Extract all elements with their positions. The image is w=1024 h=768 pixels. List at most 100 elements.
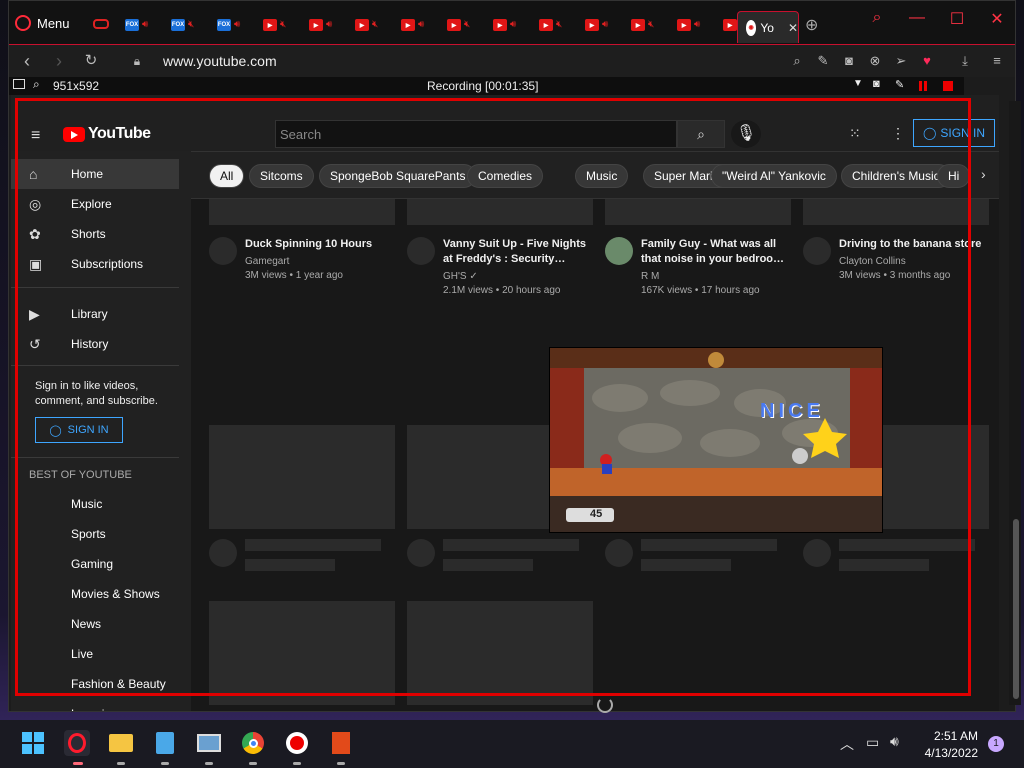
active-tab[interactable]: ◉ Yo ✕: [737, 11, 799, 43]
clock-time[interactable]: 2:51 AM: [930, 729, 978, 743]
easy-setup-icon[interactable]: ≡: [989, 53, 1005, 69]
sidebar-item-subscriptions[interactable]: ▣ Subscriptions: [11, 249, 179, 279]
forward-icon[interactable]: ›: [49, 51, 69, 72]
channel-avatar[interactable]: [803, 237, 831, 265]
browser-tab[interactable]: ▶🔇︎: [263, 18, 303, 32]
speaker-icon[interactable]: 🔇︎: [556, 20, 562, 30]
channel-name[interactable]: Clayton Collins: [839, 256, 906, 267]
sidebar-item-sports[interactable]: Sports: [11, 519, 179, 549]
chip-1[interactable]: Sitcoms: [249, 164, 314, 188]
sidebar-item-music[interactable]: Music: [11, 489, 179, 519]
sidebar-item-shorts[interactable]: ✿ Shorts: [11, 219, 179, 249]
channel-avatar[interactable]: [209, 237, 237, 265]
speaker-icon[interactable]: 🔊︎: [234, 20, 240, 30]
sidebar-item-fashion-beauty[interactable]: Fashion & Beauty: [11, 669, 179, 699]
pencil-icon[interactable]: ✎: [895, 78, 904, 91]
browser-tab[interactable]: ▶ 🔊︎: [585, 18, 625, 32]
sidebar-sign-in-button[interactable]: ◯ SIGN IN: [35, 417, 123, 443]
speaker-icon[interactable]: 🔊︎: [142, 20, 148, 30]
chip-8[interactable]: Hi: [937, 164, 971, 188]
chip-0[interactable]: All: [209, 164, 245, 188]
video-title-line2[interactable]: at Freddy's : Security…: [443, 252, 593, 267]
channel-name[interactable]: R M: [641, 271, 659, 282]
youtube-logo[interactable]: YouTube: [63, 125, 151, 143]
download-icon[interactable]: ⤓: [957, 53, 973, 69]
speaker-icon[interactable]: 🔊︎: [418, 20, 424, 30]
speaker-icon[interactable]: 🔊︎: [510, 20, 516, 30]
browser-tab[interactable]: ▶ 🔊︎: [309, 18, 349, 32]
send-icon[interactable]: ➢: [893, 53, 909, 69]
speaker-icon[interactable]: 🔊︎: [602, 20, 608, 30]
taskbar-photos-button[interactable]: [196, 730, 222, 756]
voice-search-button[interactable]: 🎙︎: [731, 120, 761, 148]
notification-badge[interactable]: 1: [988, 736, 1004, 752]
browser-tab[interactable]: FOX 🔊︎: [217, 18, 257, 32]
browser-tab[interactable]: FOX 🔊︎: [125, 18, 165, 32]
sidebar-item-history[interactable]: ↺ History: [11, 329, 179, 359]
speaker-icon[interactable]: 🔇︎: [280, 20, 286, 30]
url-field[interactable]: www.youtube.com: [163, 53, 277, 69]
chip-2[interactable]: SpongeBob SquarePants: [319, 164, 477, 188]
picture-in-picture-video[interactable]: NICE 45: [549, 347, 883, 533]
video-title[interactable]: Duck Spinning 10 Hours: [245, 237, 395, 252]
opera-menu-button[interactable]: Menu: [15, 11, 70, 35]
header-sign-in-button[interactable]: ◯ SIGN IN: [913, 119, 995, 147]
edit-icon[interactable]: ✎: [815, 53, 831, 69]
dropdown-icon[interactable]: ▼: [853, 78, 863, 89]
video-thumbnail[interactable]: [209, 199, 395, 225]
gamepad-icon[interactable]: [93, 19, 109, 29]
sidebar-item-news[interactable]: News: [11, 609, 179, 639]
browser-tab[interactable]: ▶ 🔊︎: [677, 18, 717, 32]
chip-3[interactable]: Comedies: [467, 164, 544, 188]
video-title[interactable]: Vanny Suit Up - Five Nights: [443, 237, 593, 252]
video-title[interactable]: Family Guy - What was all: [641, 237, 791, 252]
sidebar-item-home[interactable]: ⌂ Home: [11, 159, 179, 189]
browser-tab[interactable]: FOX 🔇︎: [171, 18, 211, 32]
close-tab-icon[interactable]: ✕: [788, 21, 798, 35]
sidebar-item-movies-shows[interactable]: Movies & Shows: [11, 579, 179, 609]
pause-icon[interactable]: [919, 81, 922, 91]
sidebar-item-learning[interactable]: Learning: [11, 699, 179, 711]
browser-tab[interactable]: ▶🔇︎: [631, 18, 671, 32]
chip-7[interactable]: Children's Music: [841, 164, 951, 188]
video-title-line2[interactable]: that noise in your bedroo…: [641, 252, 791, 267]
chip-6[interactable]: "Weird Al" Yankovic: [711, 164, 837, 188]
new-tab-icon[interactable]: ⊕: [805, 15, 818, 35]
chip-scroll-right-icon[interactable]: ›: [981, 166, 986, 182]
close-window-icon[interactable]: ✕: [977, 9, 1017, 29]
browser-tab[interactable]: ▶ 🔊︎: [401, 18, 441, 32]
start-button[interactable]: [20, 730, 46, 756]
back-icon[interactable]: ‹: [17, 51, 37, 72]
taskbar-opera-button[interactable]: [64, 730, 90, 756]
maximize-icon[interactable]: ☐: [937, 9, 977, 29]
search-button[interactable]: ⌕: [677, 120, 725, 148]
chip-4[interactable]: Music: [575, 164, 629, 188]
speaker-icon[interactable]: 🔇︎: [464, 20, 470, 30]
speaker-icon[interactable]: 🔊︎: [326, 20, 332, 30]
channel-name[interactable]: GH'S ✓: [443, 271, 478, 282]
minimize-icon[interactable]: —: [897, 9, 937, 27]
browser-tab[interactable]: ▶🔇︎: [447, 18, 487, 32]
sidebar-item-explore[interactable]: ◎ Explore: [11, 189, 179, 219]
channel-avatar[interactable]: [605, 237, 633, 265]
heart-icon[interactable]: ♥: [919, 53, 935, 69]
channel-name[interactable]: Gamegart: [245, 256, 289, 267]
search-input[interactable]: Search: [275, 120, 677, 148]
speaker-icon[interactable]: 🔊︎: [694, 20, 700, 30]
screenshot-icon[interactable]: ◙: [873, 78, 880, 90]
reload-icon[interactable]: ↻: [81, 51, 101, 69]
network-icon[interactable]: ▭: [866, 734, 879, 751]
camera-icon[interactable]: ◙: [841, 53, 857, 69]
scrollbar-thumb[interactable]: [1013, 519, 1019, 699]
sidebar-item-library[interactable]: ▶ Library: [11, 299, 179, 329]
browser-tab[interactable]: ▶🔇︎: [539, 18, 579, 32]
apps-grid-icon[interactable]: ⁙: [849, 125, 861, 142]
speaker-icon[interactable]: 🔇︎: [372, 20, 378, 30]
video-thumbnail[interactable]: [605, 199, 791, 225]
search-page-icon[interactable]: ⌕: [789, 53, 805, 69]
clock-date[interactable]: 4/13/2022: [918, 746, 978, 760]
sidebar-item-gaming[interactable]: Gaming: [11, 549, 179, 579]
taskbar-explorer-button[interactable]: [108, 730, 134, 756]
video-thumbnail[interactable]: [407, 199, 593, 225]
channel-avatar[interactable]: [407, 237, 435, 265]
